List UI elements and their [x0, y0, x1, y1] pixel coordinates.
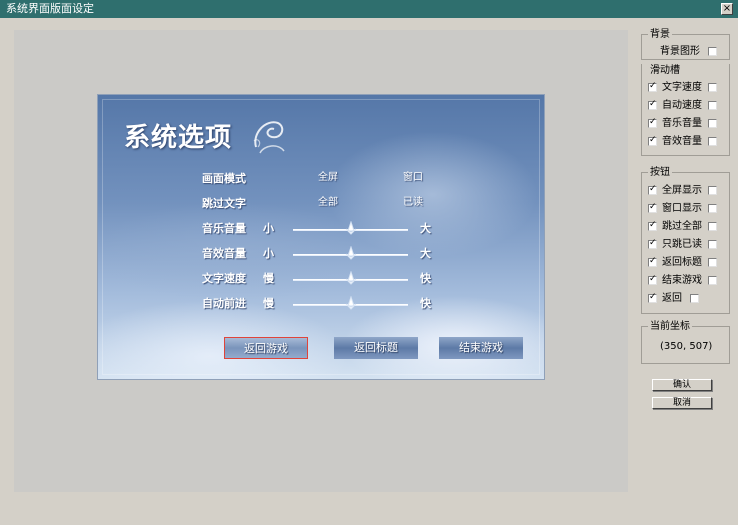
slider-thumb-icon[interactable] [343, 221, 359, 235]
close-icon[interactable]: × [721, 3, 733, 15]
option-row[interactable]: 只跳已读 [646, 238, 726, 252]
ok-button[interactable]: 确认 [652, 379, 712, 391]
swirl-ornament-icon [253, 121, 285, 154]
row-text: 返回 [662, 293, 682, 304]
select-checkbox[interactable] [708, 276, 717, 285]
buttons-group: 按钮 全屏显示 窗口显示 跳过全部 只跳已读 返回标题 结束游戏 返回 [641, 167, 730, 314]
cancel-button[interactable]: 取消 [652, 397, 712, 409]
group-label: 当前坐标 [648, 321, 692, 332]
visible-checkbox[interactable] [648, 117, 657, 128]
slider-min-label: 小 [263, 222, 274, 235]
visible-checkbox[interactable] [648, 274, 657, 285]
row-text: 音乐音量 [662, 118, 702, 129]
coords-value: (350, 507) [660, 341, 713, 352]
slider-thumb-icon[interactable] [343, 246, 359, 260]
option-row[interactable]: 音乐音量 [646, 117, 726, 131]
row-text: 返回标题 [662, 257, 702, 268]
select-checkbox[interactable] [708, 222, 717, 231]
option-row[interactable]: 窗口显示 [646, 202, 726, 216]
select-checkbox[interactable] [708, 101, 717, 110]
visible-checkbox[interactable] [648, 184, 657, 195]
visible-checkbox[interactable] [648, 256, 657, 267]
return-title-button[interactable]: 返回标题 [334, 337, 418, 359]
option-row[interactable]: 结束游戏 [646, 274, 726, 288]
option-skip-read[interactable]: 已读 [403, 196, 423, 210]
select-checkbox[interactable] [708, 137, 717, 146]
slider-label: 自动前进 [202, 297, 246, 310]
background-checkbox[interactable] [708, 47, 717, 56]
coords-group: 当前坐标 (350, 507) [641, 321, 730, 364]
slider-thumb-icon[interactable] [343, 296, 359, 310]
window-titlebar: 系统界面版面设定 × [0, 0, 738, 18]
select-checkbox[interactable] [708, 119, 717, 128]
slider-max-label: 快 [420, 272, 431, 285]
option-row[interactable]: 全屏显示 [646, 184, 726, 198]
option-label-display-mode: 画面模式 [202, 172, 246, 185]
visible-checkbox[interactable] [648, 292, 657, 303]
group-label: 滑动槽 [650, 65, 680, 76]
option-row[interactable]: 返回标题 [646, 256, 726, 270]
row-text: 窗口显示 [662, 203, 702, 214]
option-row[interactable]: 自动速度 [646, 99, 726, 113]
row-text: 背景图形 [660, 46, 700, 57]
exit-game-button[interactable]: 结束游戏 [439, 337, 523, 359]
game-options-preview: 系统选项 画面模式 全屏 窗口 跳过文字 全部 已读 音乐音量 小 大 音效音量… [97, 94, 545, 380]
select-checkbox[interactable] [708, 240, 717, 249]
row-text: 文字速度 [662, 82, 702, 93]
visible-checkbox[interactable] [648, 135, 657, 146]
visible-checkbox[interactable] [648, 202, 657, 213]
slider-min-label: 小 [263, 247, 274, 260]
game-title: 系统选项 [124, 123, 233, 153]
option-row[interactable]: 文字速度 [646, 81, 726, 95]
select-checkbox[interactable] [708, 204, 717, 213]
visible-checkbox[interactable] [648, 220, 657, 231]
row-text: 跳过全部 [662, 221, 702, 232]
slider-max-label: 大 [420, 247, 431, 260]
slider-label: 文字速度 [202, 272, 246, 285]
visible-checkbox[interactable] [648, 81, 657, 92]
row-text: 只跳已读 [662, 239, 702, 250]
option-skip-all[interactable]: 全部 [318, 196, 338, 210]
option-fullscreen[interactable]: 全屏 [318, 171, 338, 185]
return-game-button[interactable]: 返回游戏 [224, 337, 308, 359]
visible-checkbox[interactable] [648, 99, 657, 110]
group-label: 背景 [648, 29, 672, 40]
visible-checkbox[interactable] [648, 238, 657, 249]
row-text: 自动速度 [662, 100, 702, 111]
slider-min-label: 慢 [263, 297, 274, 310]
slider-max-label: 大 [420, 222, 431, 235]
row-text: 结束游戏 [662, 275, 702, 286]
row-text: 音效音量 [662, 136, 702, 147]
slider-group: 滑动槽 文字速度 自动速度 音乐音量 音效音量 [641, 64, 730, 156]
slider-min-label: 慢 [263, 272, 274, 285]
window-title: 系统界面版面设定 [6, 2, 94, 15]
slider-thumb-icon[interactable] [343, 271, 359, 285]
slider-label: 音乐音量 [202, 222, 246, 235]
option-row[interactable]: 返回 [646, 292, 726, 306]
select-checkbox[interactable] [708, 186, 717, 195]
option-label-skip-text: 跳过文字 [202, 197, 246, 210]
group-label: 按钮 [648, 167, 672, 178]
option-row-background[interactable]: 背景图形 [646, 45, 726, 59]
select-checkbox[interactable] [690, 294, 699, 303]
slider-max-label: 快 [420, 297, 431, 310]
row-text: 全屏显示 [662, 185, 702, 196]
option-row[interactable]: 音效音量 [646, 135, 726, 149]
select-checkbox[interactable] [708, 83, 717, 92]
option-row[interactable]: 跳过全部 [646, 220, 726, 234]
select-checkbox[interactable] [708, 258, 717, 267]
background-group: 背景 背景图形 [641, 29, 730, 60]
slider-label: 音效音量 [202, 247, 246, 260]
option-windowed[interactable]: 窗口 [403, 171, 423, 185]
